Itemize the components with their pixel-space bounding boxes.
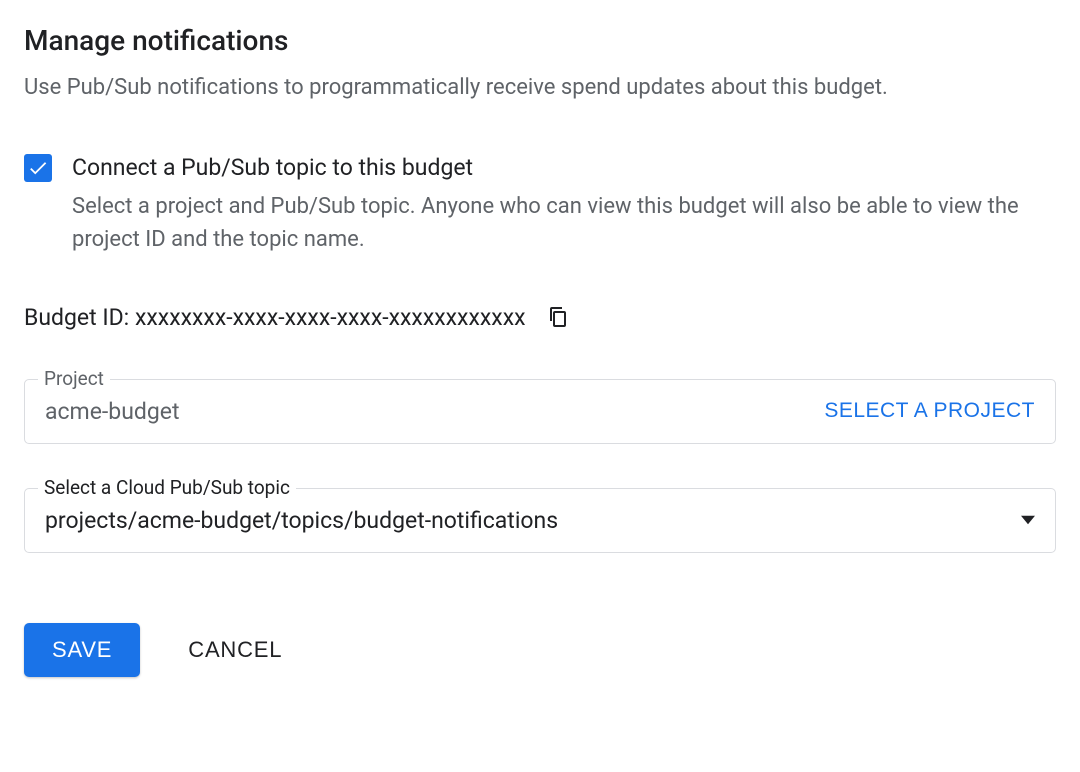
page-title: Manage notifications	[24, 24, 1056, 57]
chevron-down-icon	[1021, 513, 1035, 527]
budget-id-text: Budget ID: xxxxxxxx-xxxx-xxxx-xxxx-xxxxx…	[24, 304, 526, 331]
save-button[interactable]: SAVE	[24, 623, 140, 677]
copy-icon[interactable]	[546, 305, 570, 329]
checkbox-content: Connect a Pub/Sub topic to this budget S…	[72, 152, 1056, 256]
page-description: Use Pub/Sub notifications to programmati…	[24, 73, 1056, 104]
cancel-button[interactable]: CANCEL	[188, 637, 282, 663]
topic-field-value: projects/acme-budget/topics/budget-notif…	[45, 507, 558, 534]
checkbox-label: Connect a Pub/Sub topic to this budget	[72, 152, 1056, 184]
budget-id-row: Budget ID: xxxxxxxx-xxxx-xxxx-xxxx-xxxxx…	[24, 304, 1056, 331]
button-row: SAVE CANCEL	[24, 623, 1056, 677]
project-field-label: Project	[38, 367, 110, 390]
budget-id-label: Budget ID:	[24, 304, 129, 331]
project-field-box: acme-budget SELECT A PROJECT	[24, 379, 1056, 444]
pubsub-checkbox-row: Connect a Pub/Sub topic to this budget S…	[24, 152, 1056, 256]
pubsub-checkbox[interactable]	[24, 154, 52, 182]
budget-id-value: xxxxxxxx-xxxx-xxxx-xxxx-xxxxxxxxxxxx	[135, 304, 526, 331]
project-field-value: acme-budget	[45, 398, 179, 425]
check-icon	[27, 157, 49, 179]
topic-field-label: Select a Cloud Pub/Sub topic	[38, 476, 296, 499]
checkbox-description: Select a project and Pub/Sub topic. Anyo…	[72, 190, 1056, 256]
select-project-button[interactable]: SELECT A PROJECT	[824, 399, 1035, 423]
project-field-group: Project acme-budget SELECT A PROJECT	[24, 379, 1056, 444]
topic-field-group: Select a Cloud Pub/Sub topic projects/ac…	[24, 488, 1056, 553]
